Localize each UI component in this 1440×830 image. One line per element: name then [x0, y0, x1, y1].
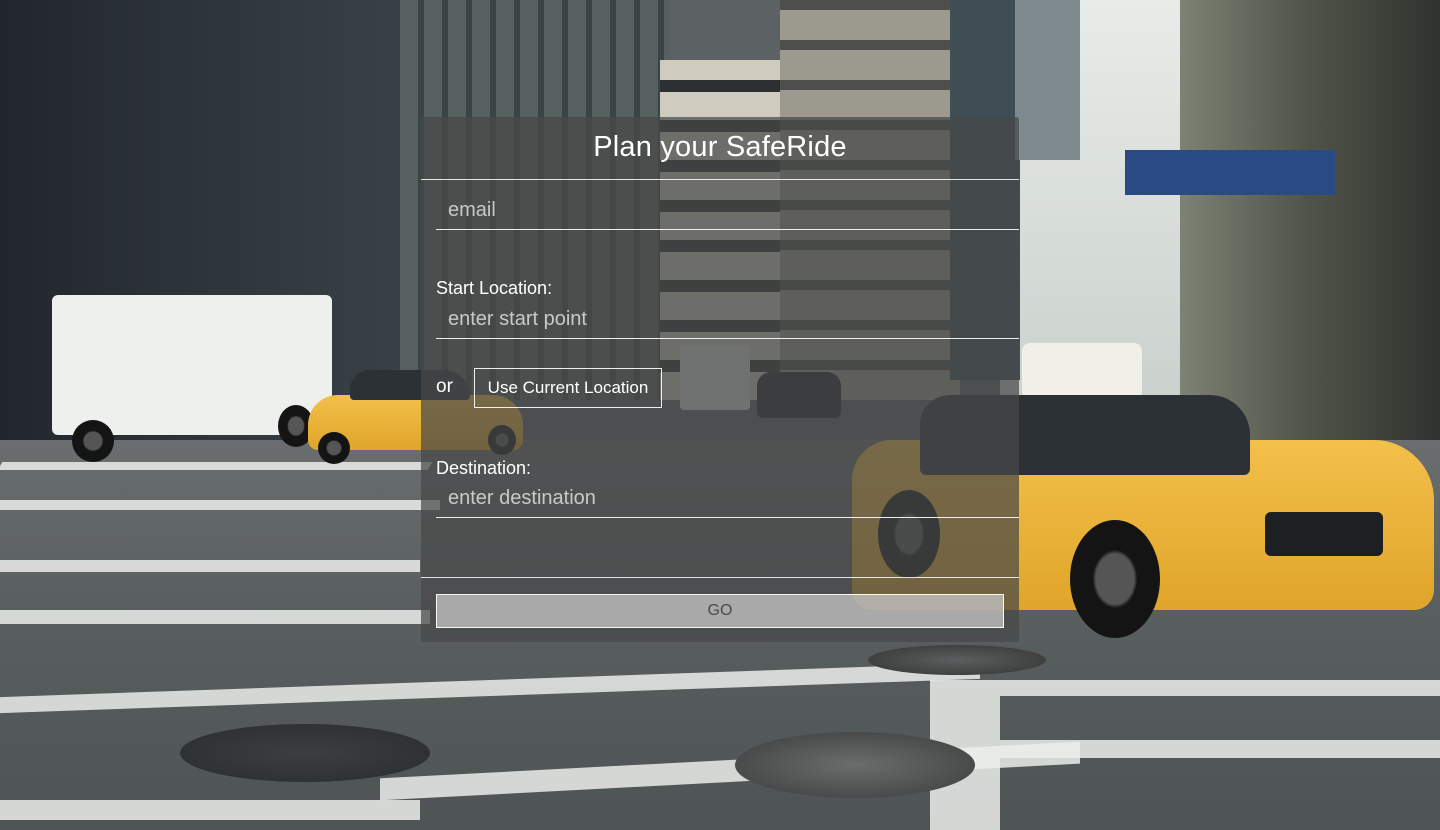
go-button[interactable]: GO — [436, 594, 1004, 628]
start-location-label: Start Location: — [436, 278, 553, 298]
crosswalk-stripe — [0, 500, 440, 510]
manhole-cover — [868, 645, 1046, 675]
background-awning — [1125, 150, 1335, 195]
saferide-form-panel: Plan your SafeRide Start Location: or Us… — [421, 117, 1019, 642]
crosswalk-stripe — [0, 560, 420, 572]
crosswalk-stripe — [0, 610, 430, 624]
start-location-input[interactable] — [436, 301, 1019, 339]
email-field[interactable] — [436, 192, 1019, 230]
destination-label: Destination: — [436, 458, 532, 478]
background-building — [1180, 0, 1440, 460]
taxi-wheel — [1070, 520, 1160, 638]
page-title: Plan your SafeRide — [593, 131, 847, 163]
destination-input[interactable] — [436, 480, 1019, 518]
manhole-cover — [180, 724, 430, 782]
taxi-grille — [1265, 512, 1383, 556]
crosswalk-stripe — [0, 462, 433, 470]
background-building — [1015, 0, 1080, 160]
crosswalk-stripe — [0, 800, 420, 820]
form-divider — [421, 577, 1019, 578]
taxi-wheel — [318, 432, 350, 464]
use-current-location-button[interactable]: Use Current Location — [474, 368, 662, 408]
taxi-roof-sign — [1022, 343, 1142, 395]
truck-wheel — [72, 420, 114, 462]
title-divider — [421, 179, 1019, 180]
crosswalk-stripe — [1000, 740, 1440, 758]
manhole-cover — [735, 732, 975, 798]
or-text: or — [436, 376, 453, 397]
crosswalk-stripe — [1000, 680, 1440, 696]
